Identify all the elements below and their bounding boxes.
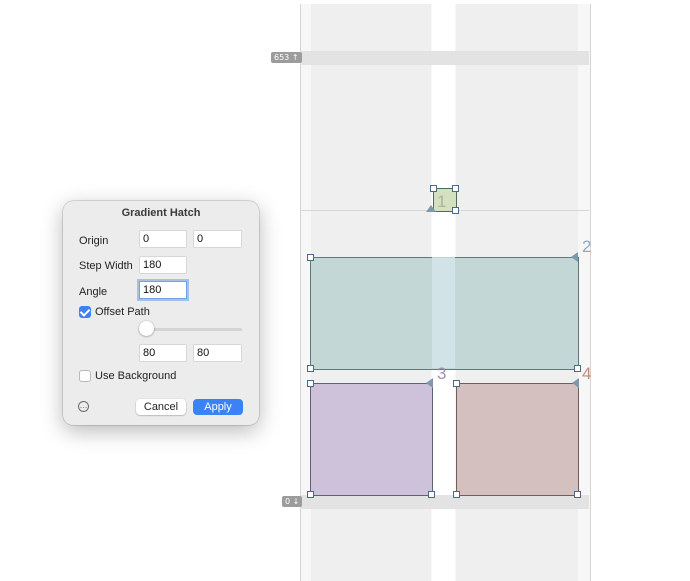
anchor-marker-icon	[571, 252, 578, 262]
selection-handle[interactable]	[307, 380, 314, 387]
shape-2-overlap-region	[432, 257, 455, 368]
selection-handle[interactable]	[452, 207, 459, 214]
anchor-marker-icon	[426, 378, 433, 388]
shape-label-4: 4	[582, 364, 592, 383]
top-margin-band	[300, 51, 589, 65]
selection-handle[interactable]	[307, 365, 314, 372]
use-background-checkbox[interactable]	[79, 370, 91, 382]
gradient-hatch-dialog: Gradient Hatch Origin 0 0 Step Width 180…	[63, 201, 259, 425]
origin-x-field[interactable]: 0	[140, 231, 186, 247]
selection-handle[interactable]	[307, 491, 314, 498]
selection-handle[interactable]	[430, 185, 437, 192]
anchor-marker-icon	[572, 378, 579, 388]
selection-handle[interactable]	[574, 365, 581, 372]
origin-label: Origin	[79, 235, 109, 247]
bottom-coordinate-badge: 0 ↓	[282, 496, 303, 507]
top-coordinate-badge: 653 ↑	[271, 52, 302, 63]
bottom-margin-band	[300, 495, 589, 509]
offset-path-label[interactable]: Offset Path	[95, 306, 150, 318]
dialog-title: Gradient Hatch	[121, 207, 201, 219]
shape-label-2: 2	[582, 237, 592, 256]
step-width-label: Step Width	[79, 260, 133, 272]
offset-slider-knob[interactable]	[139, 321, 154, 336]
origin-y-field[interactable]: 0	[194, 231, 241, 247]
selection-handle[interactable]	[453, 491, 460, 498]
selection-handle[interactable]	[574, 491, 581, 498]
step-width-field[interactable]: 180	[140, 257, 186, 273]
selection-handle[interactable]	[453, 380, 460, 387]
offset-path-checkbox[interactable]	[79, 306, 91, 318]
shape-4[interactable]	[456, 383, 579, 496]
shape-label-3: 3	[437, 364, 447, 383]
offset-y-field[interactable]: 80	[194, 345, 241, 361]
cancel-button[interactable]: Cancel	[136, 399, 186, 415]
shape-3[interactable]	[310, 383, 433, 496]
apply-button[interactable]: Apply	[193, 399, 243, 415]
use-background-label[interactable]: Use Background	[95, 370, 176, 382]
offset-x-field[interactable]: 80	[140, 345, 186, 361]
ellipsis-circle-icon[interactable]: …	[78, 401, 89, 412]
shape-label-1: 1	[437, 192, 447, 211]
offset-slider-track[interactable]	[147, 328, 242, 331]
anchor-marker-icon	[426, 205, 436, 212]
selection-handle[interactable]	[428, 491, 435, 498]
selection-handle[interactable]	[452, 185, 459, 192]
selection-handle[interactable]	[307, 254, 314, 261]
angle-field[interactable]: 180	[140, 282, 186, 298]
angle-label: Angle	[79, 286, 108, 298]
